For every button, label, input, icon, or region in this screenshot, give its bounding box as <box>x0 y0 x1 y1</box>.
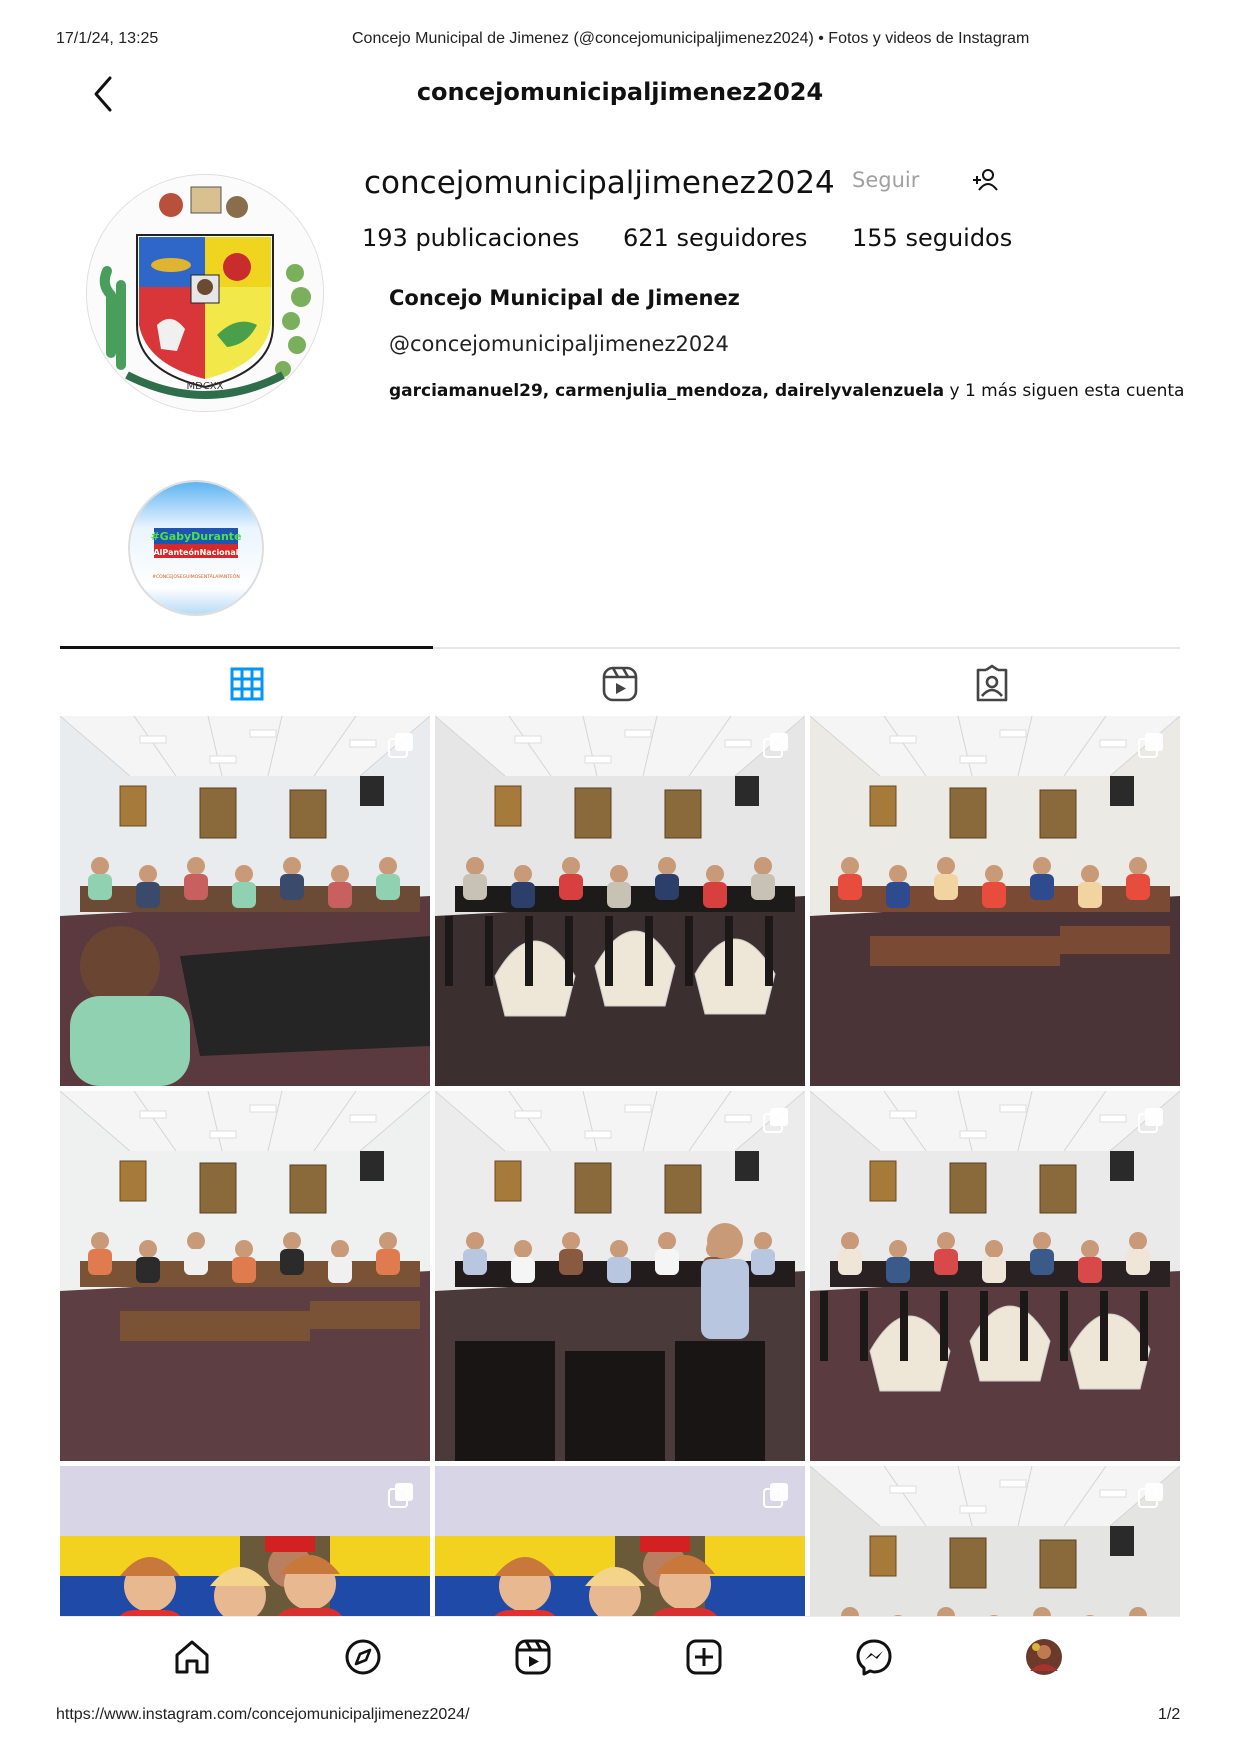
coat-of-arms-image: MDCXX <box>87 175 323 411</box>
tagged-icon <box>976 664 1008 702</box>
posts-label: publicaciones <box>407 224 580 252</box>
followers-number: 621 <box>623 224 669 252</box>
print-url: https://www.instagram.com/concejomunicip… <box>56 1706 470 1723</box>
carousel-icon <box>1138 1483 1163 1508</box>
followed-by-link[interactable]: garciamanuel29, carmenjulia_mendoza, dai… <box>389 381 1184 401</box>
following-label: seguidos <box>897 224 1013 252</box>
highlight-caption: #CONCEJOSEGUIMOSENTÁLAPANTEÓN <box>152 573 240 580</box>
post-photo <box>60 716 430 1086</box>
post-tile[interactable] <box>60 1466 430 1616</box>
nav-explore[interactable] <box>343 1637 383 1677</box>
post-tile[interactable] <box>60 1091 430 1461</box>
highlight-title-2: AlPanteónNacional <box>153 547 238 557</box>
post-photo <box>435 1466 805 1616</box>
post-tile[interactable] <box>435 1091 805 1461</box>
profile-full-name: Concejo Municipal de Jimenez <box>389 286 740 310</box>
post-photo <box>810 716 1180 1086</box>
post-tile[interactable] <box>810 716 1180 1086</box>
seal-text: MDCXX <box>186 381 223 392</box>
explore-icon <box>345 1639 381 1675</box>
followed-by-suffix: y 1 más siguen esta cuenta <box>944 381 1185 401</box>
reels-icon <box>602 666 638 702</box>
grid-icon <box>230 667 264 701</box>
following-link[interactable]: 155 seguidos <box>852 224 1012 252</box>
followers-link[interactable]: 621 seguidores <box>623 224 807 252</box>
add-user-icon <box>973 169 998 191</box>
create-icon <box>686 1639 722 1675</box>
carousel-icon <box>1138 733 1163 758</box>
post-tile[interactable] <box>435 1466 805 1616</box>
nav-create[interactable] <box>684 1637 724 1677</box>
carousel-icon <box>763 1108 788 1133</box>
carousel-icon <box>388 1483 413 1508</box>
posts-grid <box>60 716 1180 1616</box>
followers-label: seguidores <box>668 224 808 252</box>
profile-handle: @concejomunicipaljimenez2024 <box>389 332 729 356</box>
nav-home[interactable] <box>172 1637 212 1677</box>
following-number: 155 <box>852 224 898 252</box>
carousel-icon <box>763 733 788 758</box>
highlight-cover-image: #GabyDurante AlPanteónNacional #CONCEJOS… <box>130 482 262 614</box>
print-page-number: 1/2 <box>1158 1706 1181 1723</box>
nav-messenger[interactable] <box>854 1637 894 1677</box>
story-highlight[interactable]: #GabyDurante AlPanteónNacional #CONCEJOS… <box>128 480 264 616</box>
top-bar-username: concejomunicipaljimenez2024 <box>416 78 824 106</box>
post-tile[interactable] <box>435 716 805 1086</box>
post-photo <box>810 1466 1180 1616</box>
follow-button[interactable]: Seguir <box>852 168 919 192</box>
tab-reels[interactable] <box>600 664 640 704</box>
posts-count: 193 publicaciones <box>362 224 579 252</box>
post-photo <box>435 716 805 1086</box>
bottom-navigation <box>60 1616 1180 1695</box>
active-tab-indicator <box>60 646 433 649</box>
carousel-icon <box>1138 1108 1163 1133</box>
nav-reels[interactable] <box>513 1637 553 1677</box>
carousel-icon <box>388 733 413 758</box>
followed-by-users: garciamanuel29, carmenjulia_mendoza, dai… <box>389 381 945 401</box>
post-photo <box>60 1091 430 1461</box>
profile-avatar <box>1026 1639 1062 1675</box>
profile-username: concejomunicipaljimenez2024 <box>364 165 835 201</box>
carousel-icon <box>763 1483 788 1508</box>
post-tile[interactable] <box>60 716 430 1086</box>
profile-avatar[interactable]: MDCXX <box>86 174 324 412</box>
suggested-users-button[interactable] <box>972 166 1000 194</box>
posts-number: 193 <box>362 224 408 252</box>
messenger-icon <box>856 1639 892 1676</box>
tab-tagged[interactable] <box>972 664 1012 704</box>
post-photo <box>810 1091 1180 1461</box>
print-page-title: Concejo Municipal de Jimenez (@concejomu… <box>352 30 1030 47</box>
highlight-title-1: #GabyDurante <box>150 530 241 543</box>
post-tile[interactable] <box>810 1091 1180 1461</box>
reels-icon <box>515 1639 551 1675</box>
print-datetime: 17/1/24, 13:25 <box>56 30 159 47</box>
home-icon <box>175 1640 209 1674</box>
post-photo <box>435 1091 805 1461</box>
post-photo <box>60 1466 430 1616</box>
tab-posts[interactable] <box>227 664 267 704</box>
nav-profile[interactable] <box>1024 1637 1064 1677</box>
post-tile[interactable] <box>810 1466 1180 1616</box>
